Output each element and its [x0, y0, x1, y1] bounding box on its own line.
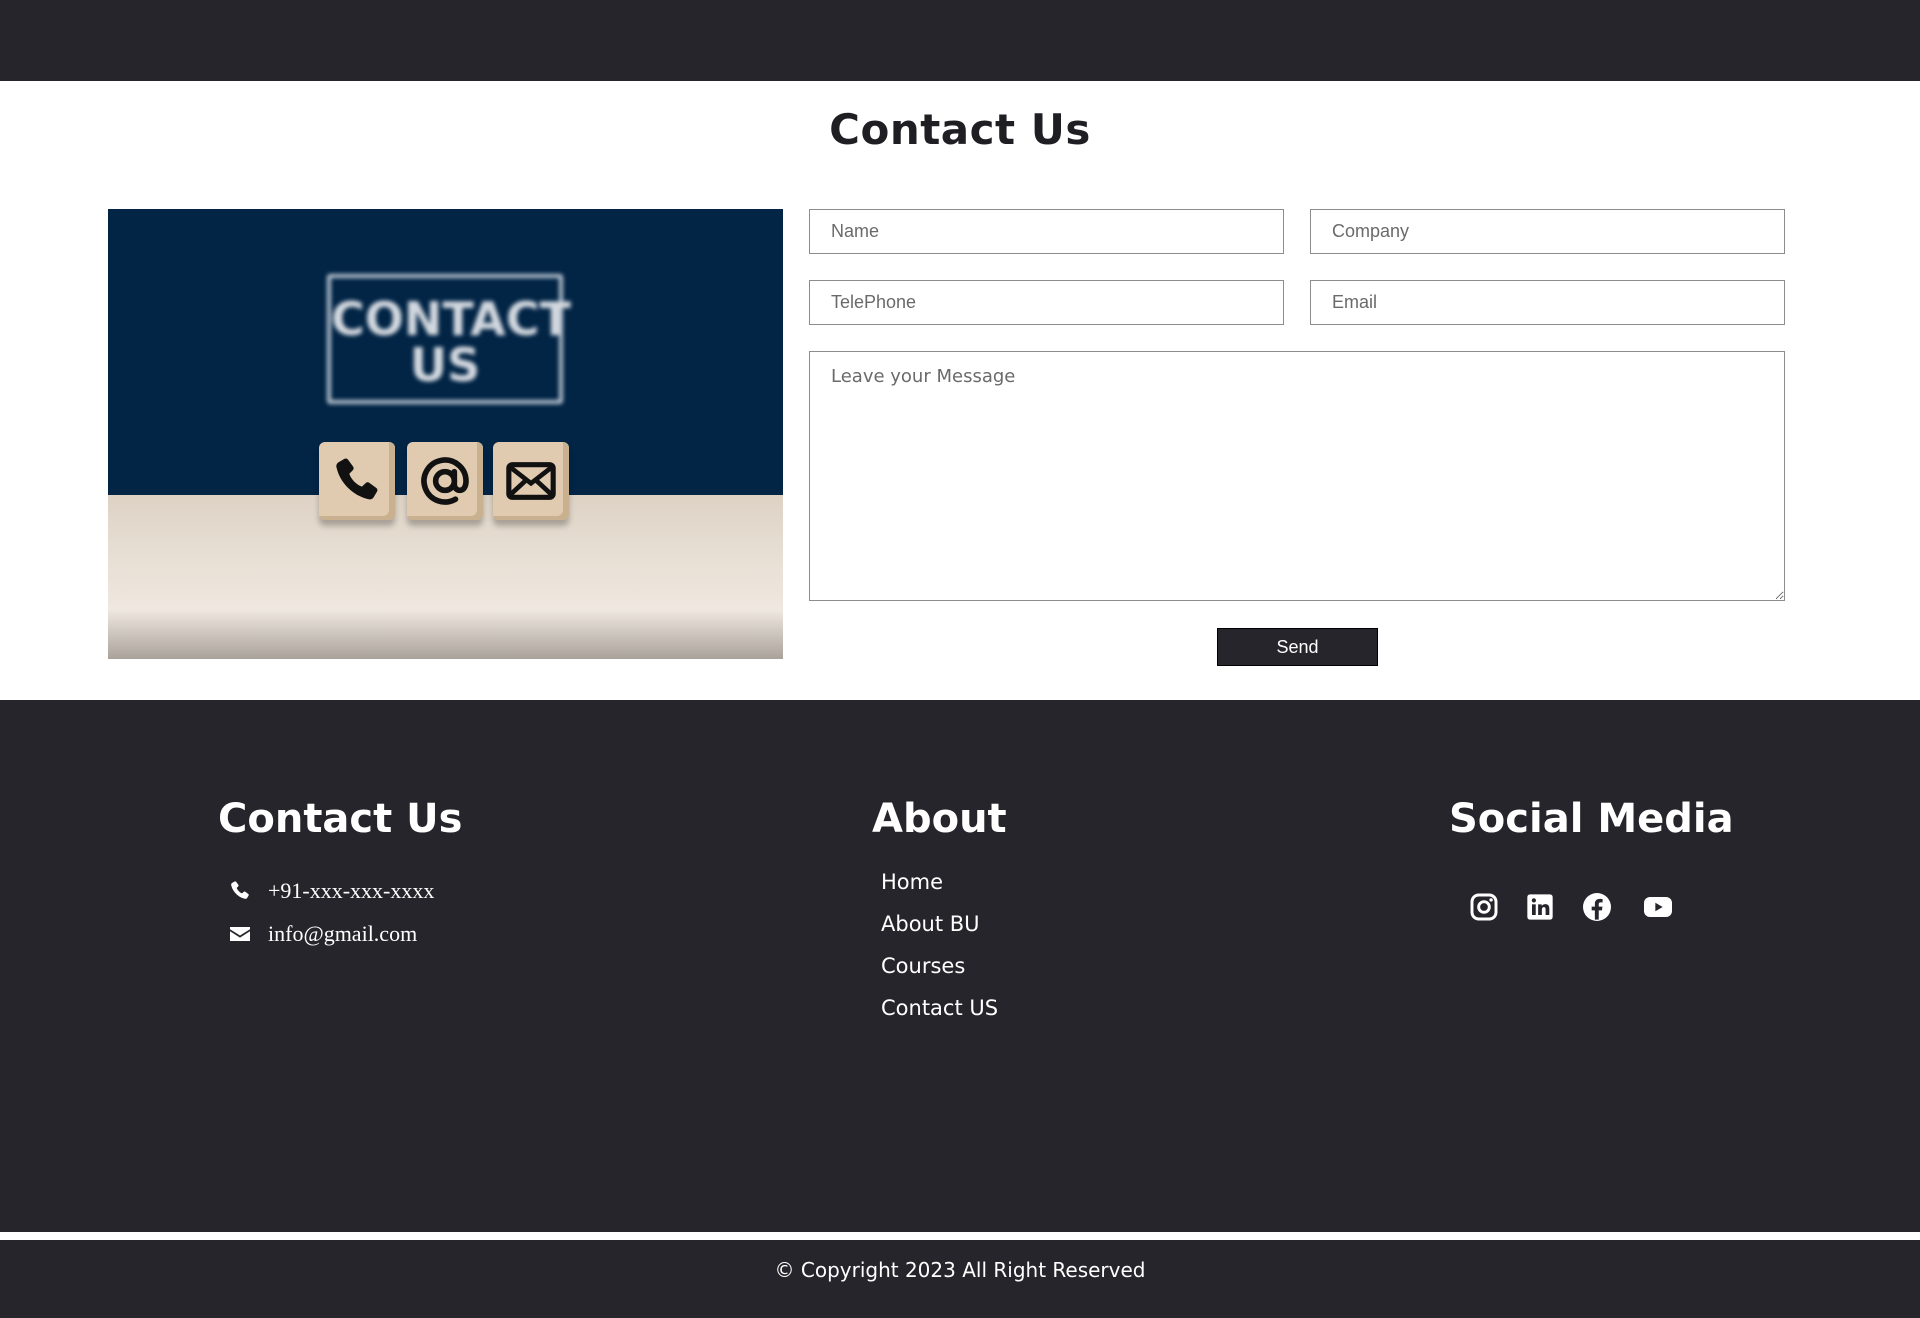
company-input[interactable]	[1310, 209, 1785, 254]
telephone-input[interactable]	[809, 280, 1284, 325]
footer-email-text: info@gmail.com	[268, 921, 418, 946]
page-title: Contact Us	[829, 105, 1091, 154]
footer-about-heading: About	[872, 796, 1007, 842]
instagram-icon[interactable]	[1465, 888, 1503, 926]
phone-icon	[228, 879, 254, 903]
youtube-icon[interactable]	[1639, 888, 1677, 926]
footer-link-courses[interactable]: Courses	[881, 954, 965, 978]
name-input[interactable]	[809, 209, 1284, 254]
image-contact-sign: CONTACT US	[327, 274, 571, 404]
message-textarea[interactable]	[809, 351, 1785, 601]
copyright-text: © Copyright 2023 All Right Reserved	[774, 1258, 1146, 1282]
footer-phone[interactable]: +91-xxx-xxx-xxxx	[228, 878, 434, 904]
footer-email[interactable]: info@gmail.com	[228, 921, 417, 947]
envelope-cube	[493, 442, 569, 520]
send-button[interactable]: Send	[1217, 628, 1378, 666]
envelope-icon	[506, 462, 556, 500]
envelope-icon	[228, 922, 254, 946]
copyright-bar: © Copyright 2023 All Right Reserved	[0, 1240, 1920, 1318]
contact-hero-image: CONTACT US	[108, 209, 783, 659]
footer-link-home[interactable]: Home	[881, 870, 943, 894]
email-input[interactable]	[1310, 280, 1785, 325]
linkedin-icon[interactable]	[1521, 888, 1559, 926]
top-bar	[0, 0, 1920, 81]
sign-line-1: CONTACT	[331, 292, 571, 346]
facebook-icon[interactable]	[1578, 888, 1616, 926]
footer-social-heading: Social Media	[1449, 796, 1734, 842]
footer-contact-heading: Contact Us	[218, 796, 463, 842]
phone-icon	[336, 458, 378, 500]
sign-line-2: US	[409, 338, 481, 392]
phone-cube	[319, 442, 395, 520]
footer-link-contact-us[interactable]: Contact US	[881, 996, 998, 1020]
at-sign-cube	[407, 442, 483, 520]
footer-link-about-bu[interactable]: About BU	[881, 912, 980, 936]
footer-divider	[0, 1232, 1920, 1240]
at-sign-icon	[421, 457, 469, 505]
footer-phone-text: +91-xxx-xxx-xxxx	[268, 878, 435, 903]
